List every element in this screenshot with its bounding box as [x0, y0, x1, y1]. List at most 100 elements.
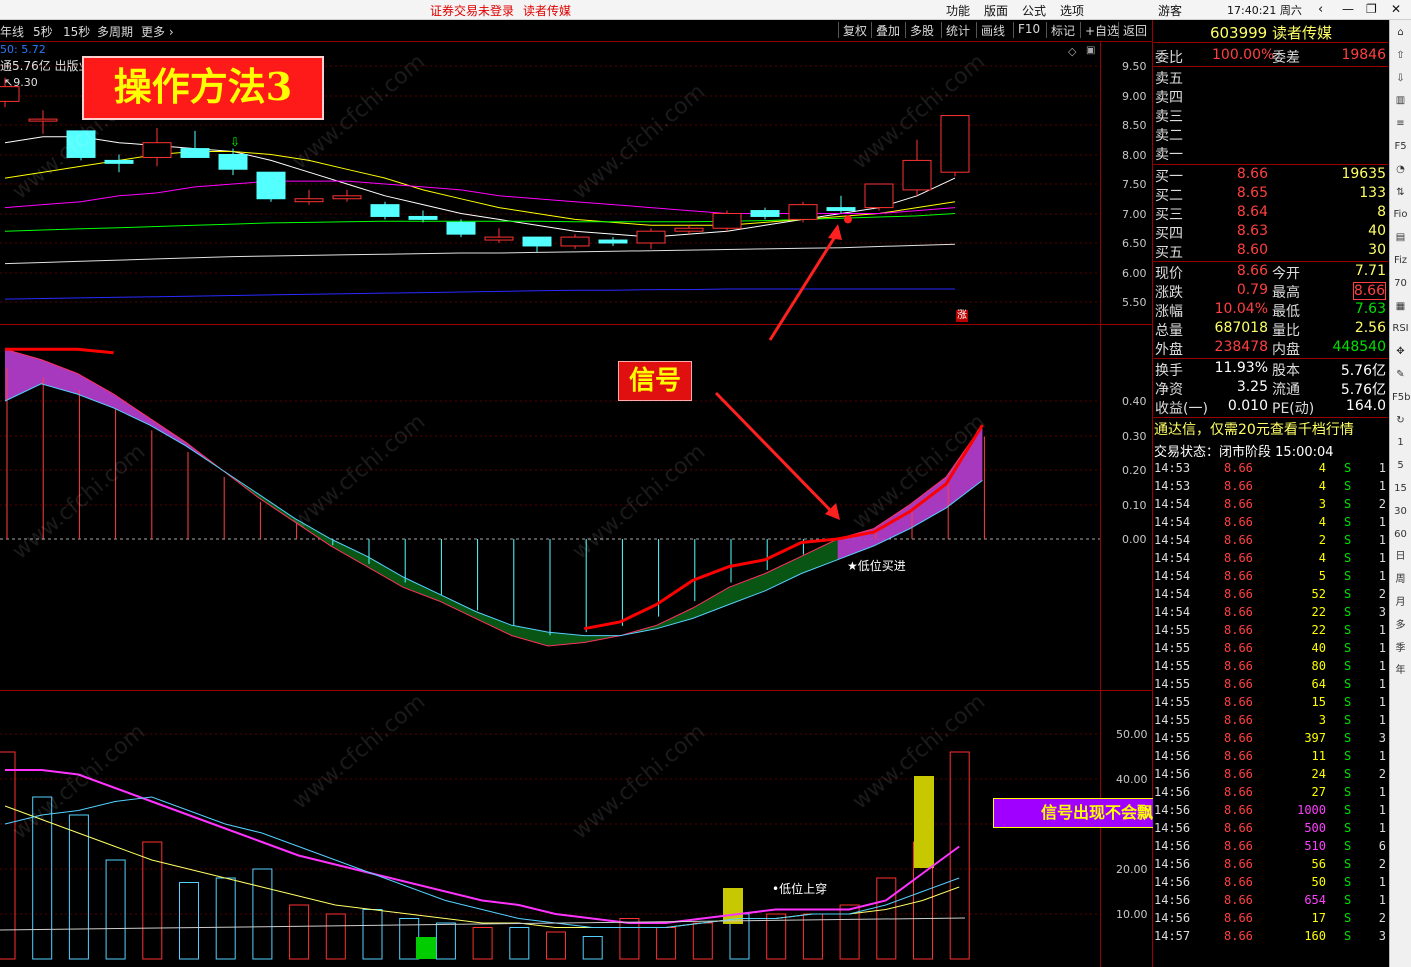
weicha-value: 19846 — [1341, 47, 1386, 63]
stat-label: 最高 — [1272, 285, 1300, 301]
tick-side: S — [1344, 911, 1352, 925]
chart-icon[interactable]: ▥ — [1392, 92, 1409, 109]
rotate-icon[interactable]: ↻ — [1392, 412, 1409, 429]
quote-stat-row: 现价 8.66 今开 7.71 — [1154, 263, 1388, 282]
pencil-icon[interactable]: ✎ — [1392, 366, 1409, 383]
tick-side: S — [1344, 533, 1352, 547]
back-icon[interactable]: ‹ — [1318, 2, 1323, 17]
tick-side: S — [1344, 929, 1352, 943]
close-icon[interactable]: ✕ — [1391, 2, 1401, 16]
side-button-27[interactable]: 季 — [1392, 640, 1409, 657]
side-button-20[interactable]: 15 — [1392, 480, 1409, 497]
side-button-5[interactable]: F5 — [1392, 138, 1409, 155]
stat-label: 涨幅 — [1155, 304, 1183, 320]
tick-time: 14:56 — [1154, 893, 1191, 907]
tick-time: 14:55 — [1154, 731, 1191, 745]
tick-row: 14:54 8.66 2 S 1 — [1154, 533, 1388, 551]
candle-body — [674, 227, 704, 232]
candle-body — [28, 118, 58, 122]
volume-ma-line — [4, 796, 960, 928]
tick-price: 8.66 — [1224, 533, 1253, 547]
side-button-8[interactable]: Fio — [1392, 206, 1409, 223]
tick-time: 14:54 — [1154, 569, 1191, 583]
tick-count: 2 — [1378, 497, 1386, 511]
side-button-11[interactable]: 70 — [1392, 275, 1409, 292]
compare-icon[interactable]: ⇅ — [1392, 184, 1409, 201]
stat-label: 净资 — [1155, 382, 1183, 398]
macd-tick: 0.00 — [1122, 533, 1147, 546]
side-button-19[interactable]: 5 — [1392, 457, 1409, 474]
tick-time: 14:54 — [1154, 533, 1191, 547]
volume-ma-line — [0, 917, 966, 931]
sell-level-label: 卖三 — [1155, 109, 1183, 125]
stat-label: 今开 — [1272, 266, 1300, 282]
grid-icon[interactable]: ▦ — [1392, 298, 1409, 315]
tick-time: 14:53 — [1154, 479, 1191, 493]
tick-price: 8.66 — [1224, 875, 1253, 889]
volume-bar — [142, 841, 163, 960]
side-button-16[interactable]: F5b — [1392, 389, 1410, 406]
tick-time: 14:56 — [1154, 785, 1191, 799]
side-button-22[interactable]: 60 — [1392, 526, 1409, 543]
stat-label: 量比 — [1272, 323, 1300, 339]
tick-volume: 24 — [1311, 767, 1326, 781]
volume-bar — [105, 859, 126, 960]
tick-count: 1 — [1378, 821, 1386, 835]
tick-count: 1 — [1378, 749, 1386, 763]
stat-label: 最低 — [1272, 304, 1300, 320]
tick-price: 8.66 — [1224, 479, 1253, 493]
tick-volume: 4 — [1318, 461, 1326, 475]
pan-icon[interactable]: ✥ — [1392, 343, 1409, 360]
buy-signal-label: ★低位买进 — [847, 559, 906, 573]
side-button-24[interactable]: 周 — [1392, 571, 1409, 588]
tick-volume: 5 — [1318, 569, 1326, 583]
tick-volume: 80 — [1311, 659, 1326, 673]
side-button-10[interactable]: Fiz — [1392, 252, 1409, 269]
tick-side: S — [1344, 875, 1352, 889]
stat-value: 8.66 — [1352, 282, 1386, 300]
list-icon[interactable]: ≡ — [1392, 115, 1409, 132]
stat-label: 涨跌 — [1155, 285, 1183, 301]
forward-icon[interactable]: ⇩ — [1392, 70, 1409, 87]
back-icon[interactable]: ⇧ — [1392, 47, 1409, 64]
candle-body — [256, 171, 286, 200]
tick-price: 8.66 — [1224, 893, 1253, 907]
tick-count: 1 — [1378, 785, 1386, 799]
tick-time: 14:53 — [1154, 461, 1191, 475]
divider — [1154, 358, 1388, 359]
buy-level-row: 买二 8.65 133 — [1154, 185, 1388, 204]
restore-icon[interactable]: ❐ — [1366, 2, 1377, 16]
toolbar-back[interactable]: 返回 — [1118, 22, 1151, 38]
doc-icon[interactable]: ▤ — [1392, 229, 1409, 246]
tick-side: S — [1344, 569, 1352, 583]
tick-side: S — [1344, 821, 1352, 835]
side-button-23[interactable]: 日 — [1392, 548, 1409, 565]
ma-line — [4, 288, 955, 300]
buy-level-label: 买四 — [1155, 226, 1183, 242]
price-tick: 8.00 — [1122, 149, 1147, 162]
tick-row: 14:56 8.66 27 S 1 — [1154, 785, 1388, 803]
side-button-13[interactable]: RSI — [1392, 320, 1409, 337]
user-label[interactable]: 游客 — [1158, 2, 1182, 19]
side-button-26[interactable]: 多 — [1392, 617, 1409, 634]
tick-row: 14:55 8.66 22 S 1 — [1154, 623, 1388, 641]
minimize-icon[interactable]: — — [1342, 2, 1354, 16]
trade-status-label: 交易状态：闭市阶段 — [1154, 445, 1272, 460]
volume-ma-line — [5, 769, 960, 924]
promo-link[interactable]: 通达信，仅需20元查看千档行情 — [1154, 419, 1388, 439]
pie-icon[interactable]: ◔ — [1392, 161, 1409, 178]
side-toolbar: ⌂ ⇧ ⇩ ▥ ≡ F5 ◔ ⇅ Fio ▤ Fiz 70 ▦ RSI ✥ ✎ F5b ↻ 1 5 15 30 60 日周月多… — [1389, 20, 1411, 967]
side-button-25[interactable]: 月 — [1392, 594, 1409, 611]
tick-time: 14:55 — [1154, 641, 1191, 655]
candle-body — [902, 159, 932, 191]
side-button-18[interactable]: 1 — [1392, 434, 1409, 451]
home-icon[interactable]: ⌂ — [1392, 24, 1409, 41]
watermark-text: www.cfchi.com — [288, 409, 430, 534]
side-button-21[interactable]: 30 — [1392, 503, 1409, 520]
kline-chart[interactable]: ⇩ www.cfchi.com www.cfchi.com www.cfchi.com… — [0, 0, 1100, 967]
divider — [1154, 164, 1388, 165]
side-button-28[interactable]: 年 — [1392, 662, 1409, 679]
tick-row: 14:53 8.66 4 S 1 — [1154, 479, 1388, 497]
tick-price: 8.66 — [1224, 677, 1253, 691]
buy-level-row: 买一 8.66 19635 — [1154, 166, 1388, 185]
